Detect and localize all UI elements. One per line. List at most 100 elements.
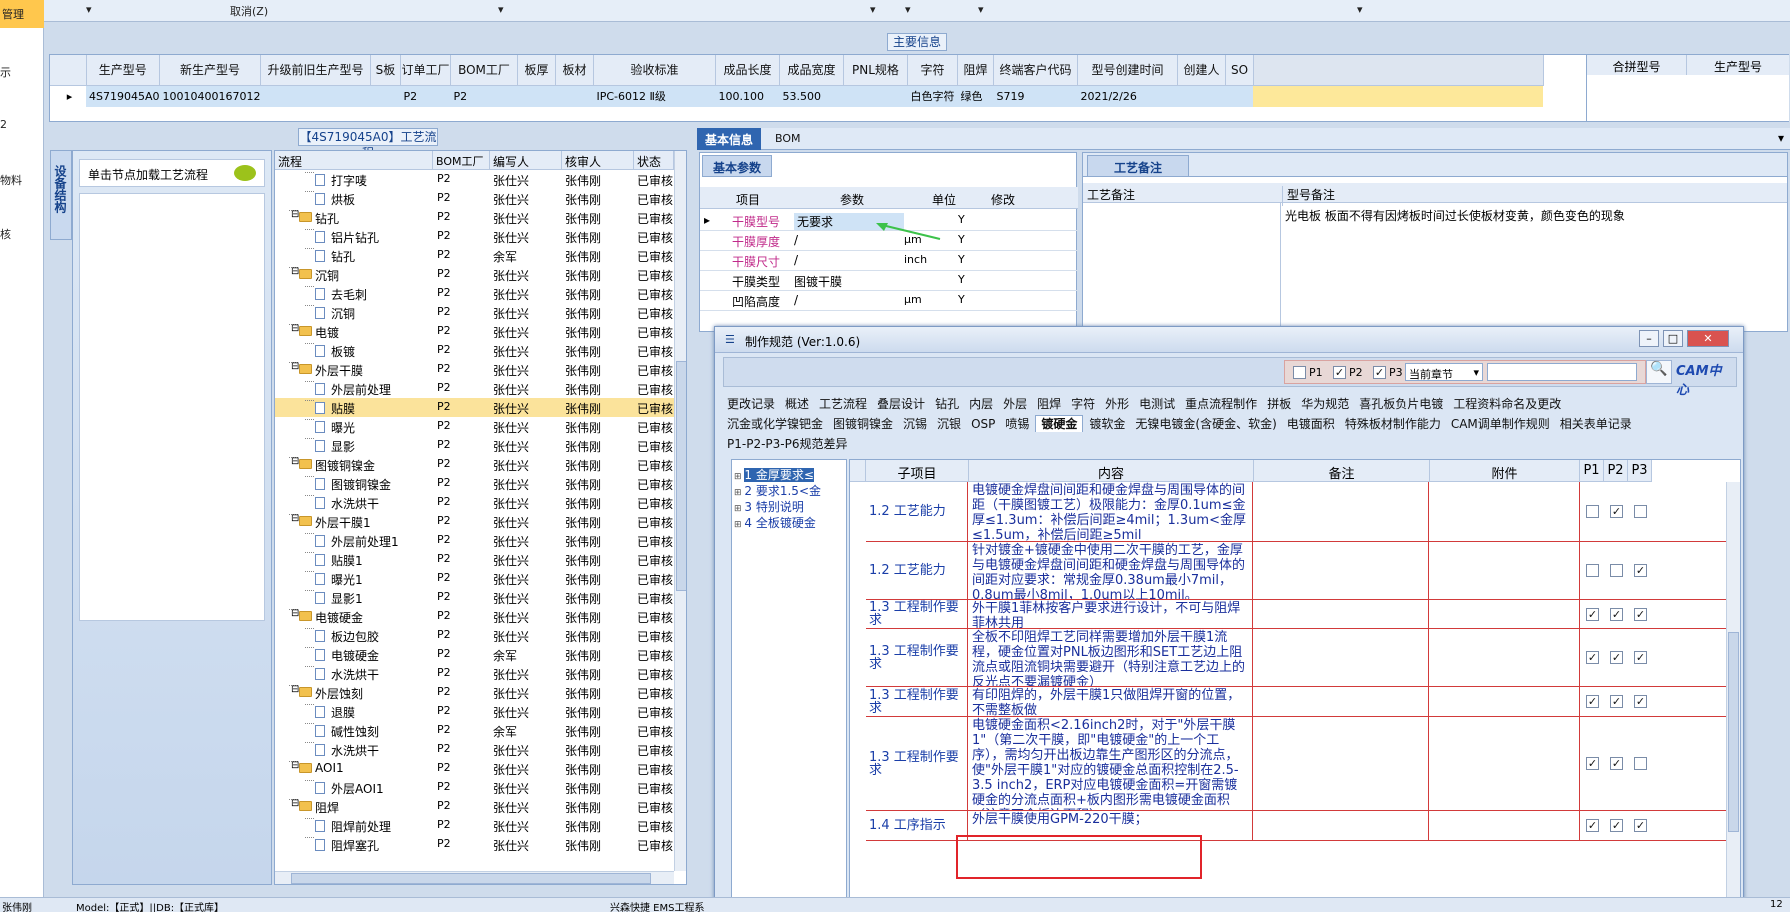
- process-row[interactable]: 外层前处理1 P2 张仕兴 张伟刚 已审核: [275, 531, 675, 550]
- spec-attachment[interactable]: [1430, 600, 1580, 628]
- dropdown-arrow-icon[interactable]: ▾: [905, 3, 911, 16]
- p2-checkbox[interactable]: ✓: [1610, 651, 1623, 664]
- cell[interactable]: P2: [450, 85, 518, 107]
- scroll-thumb[interactable]: [1728, 632, 1739, 832]
- process-row[interactable]: 板边包胶 P2 张仕兴 张伟刚 已审核: [275, 626, 675, 645]
- p1-checkbox[interactable]: ✓: [1586, 607, 1599, 621]
- col-header[interactable]: SO: [1225, 55, 1254, 86]
- spec-tab[interactable]: 外层: [999, 396, 1031, 412]
- process-row[interactable]: ⊟ 图镀铜镍金 P2 张仕兴 张伟刚 已审核: [275, 455, 675, 474]
- dropdown-arrow-icon[interactable]: ▾: [870, 3, 876, 16]
- tab-bom[interactable]: BOM: [767, 128, 809, 150]
- process-row[interactable]: 去毛刺 P2 张仕兴 张伟刚 已审核: [275, 284, 675, 303]
- vertical-scrollbar[interactable]: [674, 151, 686, 871]
- spec-attachment[interactable]: [1430, 482, 1580, 541]
- spec-tab[interactable]: 镀软金: [1085, 416, 1129, 432]
- process-row[interactable]: 阻焊塞孔 P2 张仕兴 张伟刚 已审核: [275, 835, 675, 854]
- p3-checkbox[interactable]: [1634, 505, 1647, 518]
- param-value[interactable]: /: [794, 293, 798, 307]
- spec-tab[interactable]: 电测试: [1135, 396, 1179, 412]
- col-header[interactable]: 项目: [736, 191, 760, 208]
- close-icon[interactable]: ✕: [1687, 330, 1729, 347]
- cell[interactable]: 53.500: [779, 85, 844, 107]
- spec-tab[interactable]: 电镀面积: [1283, 416, 1339, 432]
- cell[interactable]: 白色字符: [907, 85, 958, 107]
- col-header[interactable]: 子项目: [866, 460, 969, 482]
- process-row[interactable]: ⊟ 外层干膜 P2 张仕兴 张伟刚 已审核: [275, 360, 675, 379]
- dropdown-arrow-icon[interactable]: ▾: [498, 3, 504, 16]
- param-row[interactable]: 干膜尺寸 / inch Y: [700, 249, 1078, 271]
- cell[interactable]: [1177, 85, 1226, 107]
- col-header[interactable]: 状态: [634, 151, 674, 170]
- spec-row[interactable]: 1.2 工艺能力 电镀硬金焊盘间间距和硬金焊盘与周围导体的间距（干膜图镀工艺）极限…: [866, 482, 1726, 542]
- load-process-hint[interactable]: 单击节点加载工艺流程: [79, 159, 265, 187]
- process-row[interactable]: 贴膜1 P2 张仕兴 张伟刚 已审核: [275, 550, 675, 569]
- chapter-node[interactable]: ⊞ 2 要求1.5<金: [734, 482, 846, 498]
- spec-tab[interactable]: 工程资料命名及更改: [1449, 396, 1565, 412]
- col-header[interactable]: 字符: [907, 55, 958, 86]
- col-header[interactable]: 编写人: [490, 151, 562, 170]
- spec-row[interactable]: 1.3 工程制作要求 外干膜1菲林按客户要求进行设计，不可与阻焊菲林共用 ✓ ✓ ✓: [866, 600, 1726, 629]
- cell[interactable]: 100.100: [715, 85, 780, 107]
- cell[interactable]: 绿色: [957, 85, 994, 107]
- process-row[interactable]: 曝光1 P2 张仕兴 张伟刚 已审核: [275, 569, 675, 588]
- p1-checkbox[interactable]: ✓: [1586, 651, 1599, 664]
- p3-checkbox[interactable]: ✓: [1634, 695, 1647, 708]
- p3-filter-checkbox[interactable]: ✓: [1373, 366, 1386, 379]
- process-row[interactable]: 烘板 P2 张仕兴 张伟刚 已审核: [275, 189, 675, 208]
- process-row[interactable]: 板镀 P2 张仕兴 张伟刚 已审核: [275, 341, 675, 360]
- p1-filter-checkbox[interactable]: [1293, 366, 1306, 379]
- process-row[interactable]: 显影1 P2 张仕兴 张伟刚 已审核: [275, 588, 675, 607]
- col-header[interactable]: P3: [1628, 460, 1652, 482]
- chapter-select[interactable]: 当前章节 ▾: [1405, 363, 1483, 381]
- col-header[interactable]: BOM工厂: [450, 55, 518, 86]
- spec-row[interactable]: 1.3 工程制作要求 全板不印阻焊工艺同样需要增加外层干膜1流程，硬金位置对PNL…: [866, 629, 1726, 687]
- col-header[interactable]: 终端客户代码: [993, 55, 1078, 86]
- process-row[interactable]: 退膜 P2 张仕兴 张伟刚 已审核: [275, 702, 675, 721]
- scroll-thumb[interactable]: [676, 361, 686, 591]
- cell[interactable]: 4S719045A0: [86, 85, 160, 107]
- process-row[interactable]: 沉铜 P2 张仕兴 张伟刚 已审核: [275, 303, 675, 322]
- spec-remark[interactable]: [1254, 717, 1429, 810]
- process-row[interactable]: 显影 P2 张仕兴 张伟刚 已审核: [275, 436, 675, 455]
- dropdown-arrow-icon[interactable]: ▾: [978, 3, 984, 16]
- nav-item[interactable]: 2: [0, 118, 7, 131]
- p2-checkbox[interactable]: ✓: [1610, 819, 1623, 832]
- spec-tab[interactable]: 沉锡: [899, 416, 931, 432]
- process-row[interactable]: 钻孔 P2 余军 张伟刚 已审核: [275, 246, 675, 265]
- col-header[interactable]: BOM工厂: [433, 151, 490, 170]
- col-header[interactable]: 工艺备注: [1087, 186, 1135, 203]
- chapter-node[interactable]: ⊞ 1 金厚要求≤: [734, 466, 846, 482]
- spec-remark[interactable]: [1254, 629, 1429, 686]
- spec-remark[interactable]: [1254, 687, 1429, 716]
- process-row[interactable]: 水洗烘干 P2 张仕兴 张伟刚 已审核: [275, 664, 675, 683]
- cell[interactable]: P2: [400, 85, 451, 107]
- col-header[interactable]: 单位: [932, 191, 956, 208]
- equipment-structure-tab[interactable]: 设备结构: [50, 150, 72, 240]
- spec-row[interactable]: 1.2 工艺能力 针对镀金+镀硬金中使用二次干膜的工艺，金厚与电镀硬金焊盘间间距和…: [866, 542, 1726, 600]
- maximize-icon[interactable]: □: [1663, 330, 1683, 347]
- param-value[interactable]: /: [794, 233, 798, 247]
- spec-remark[interactable]: [1254, 811, 1429, 840]
- spec-tab[interactable]: 阻焊: [1033, 396, 1065, 412]
- p2-checkbox[interactable]: ✓: [1610, 757, 1623, 770]
- process-row[interactable]: 铝片钻孔 P2 张仕兴 张伟刚 已审核: [275, 227, 675, 246]
- process-row[interactable]: 贴膜 P2 张仕兴 张伟刚 已审核: [275, 398, 675, 417]
- process-row[interactable]: 外层前处理 P2 张仕兴 张伟刚 已审核: [275, 379, 675, 398]
- p3-checkbox[interactable]: ✓: [1634, 651, 1647, 664]
- spec-tab[interactable]: 钻孔: [931, 396, 963, 412]
- param-value[interactable]: /: [794, 253, 798, 267]
- p2-checkbox[interactable]: ✓: [1610, 505, 1623, 518]
- spec-tab[interactable]: 外形: [1101, 396, 1133, 412]
- spec-tab[interactable]: CAM调单制作规则: [1447, 416, 1554, 432]
- dropdown-arrow-icon[interactable]: ▾: [1357, 3, 1363, 16]
- col-header[interactable]: 型号备注: [1282, 186, 1335, 206]
- process-row[interactable]: 阻焊前处理 P2 张仕兴 张伟刚 已审核: [275, 816, 675, 835]
- spec-tab[interactable]: 镀硬金: [1035, 415, 1084, 432]
- col-header[interactable]: 流程: [275, 151, 433, 170]
- nav-item[interactable]: 核: [0, 226, 11, 242]
- expand-icon[interactable]: ⊞: [734, 472, 744, 482]
- p1-checkbox[interactable]: ✓: [1586, 695, 1599, 708]
- cell[interactable]: [260, 85, 371, 107]
- param-value[interactable]: 图镀干膜: [794, 273, 842, 290]
